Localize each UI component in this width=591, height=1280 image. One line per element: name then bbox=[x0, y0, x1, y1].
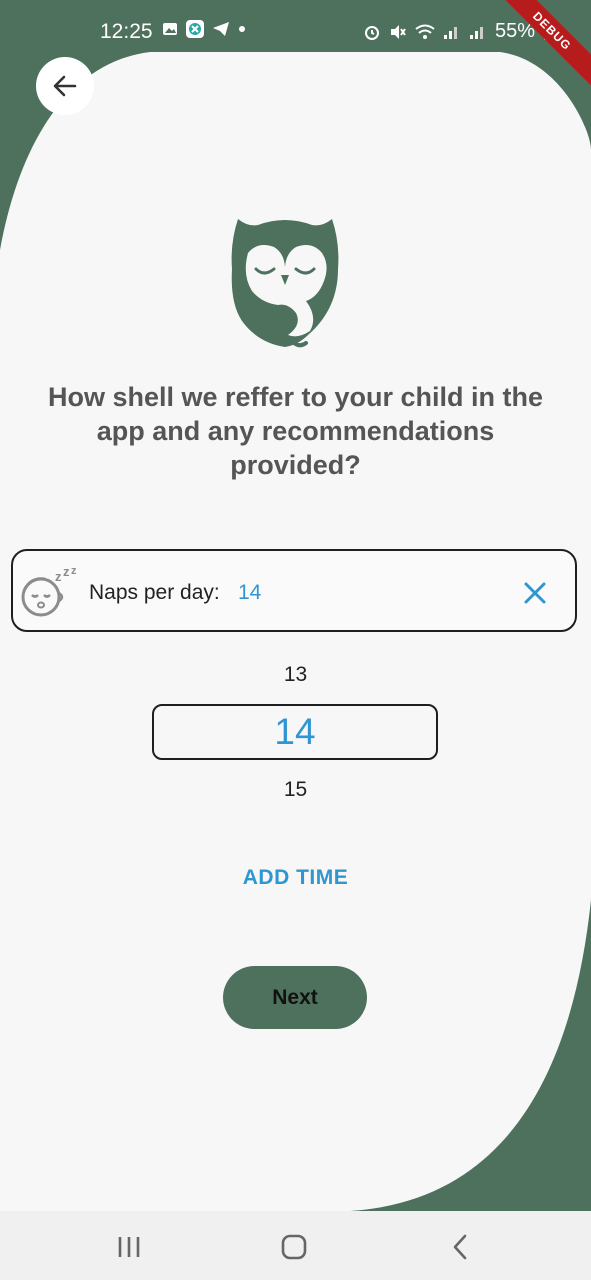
picker-next-value[interactable]: 15 bbox=[0, 778, 591, 802]
sleeping-baby-icon: z z z bbox=[21, 565, 77, 617]
svg-text:z: z bbox=[63, 565, 70, 579]
status-right-icons: 55% bbox=[363, 20, 555, 43]
add-time-button[interactable]: ADD TIME bbox=[0, 866, 591, 890]
field-label: Naps per day: bbox=[89, 581, 220, 604]
owl-logo bbox=[231, 219, 339, 348]
dot-icon bbox=[239, 26, 245, 32]
background-shape bbox=[0, 0, 591, 1280]
svg-text:z: z bbox=[55, 569, 62, 584]
arrow-left-icon bbox=[53, 75, 77, 97]
app-icon bbox=[186, 20, 204, 38]
back-button[interactable] bbox=[36, 57, 94, 115]
back-icon[interactable] bbox=[446, 1233, 476, 1261]
status-bar: 12:25 55% bbox=[0, 0, 591, 52]
naps-per-day-field[interactable]: z z z Naps per day: 14 bbox=[11, 549, 577, 632]
signal-icon bbox=[469, 26, 483, 39]
navigation-bar bbox=[0, 1211, 591, 1280]
status-left-icons bbox=[162, 20, 246, 38]
gallery-icon bbox=[163, 23, 177, 35]
alarm-icon bbox=[364, 25, 379, 40]
home-icon[interactable] bbox=[279, 1233, 309, 1261]
recents-icon[interactable] bbox=[114, 1233, 144, 1261]
telegram-icon bbox=[213, 22, 229, 36]
mute-icon bbox=[390, 24, 406, 39]
wifi-icon bbox=[415, 24, 435, 39]
field-value: 14 bbox=[238, 581, 262, 604]
svg-text:z: z bbox=[71, 565, 77, 577]
picker-prev-value[interactable]: 13 bbox=[0, 663, 591, 687]
signal-icon bbox=[443, 26, 457, 39]
next-button[interactable]: Next bbox=[223, 966, 367, 1029]
close-icon[interactable] bbox=[521, 579, 549, 607]
status-time: 12:25 bbox=[100, 20, 153, 43]
question-heading: How shell we reffer to your child in the… bbox=[47, 382, 544, 480]
picker-selected-value[interactable]: 14 bbox=[152, 704, 438, 760]
